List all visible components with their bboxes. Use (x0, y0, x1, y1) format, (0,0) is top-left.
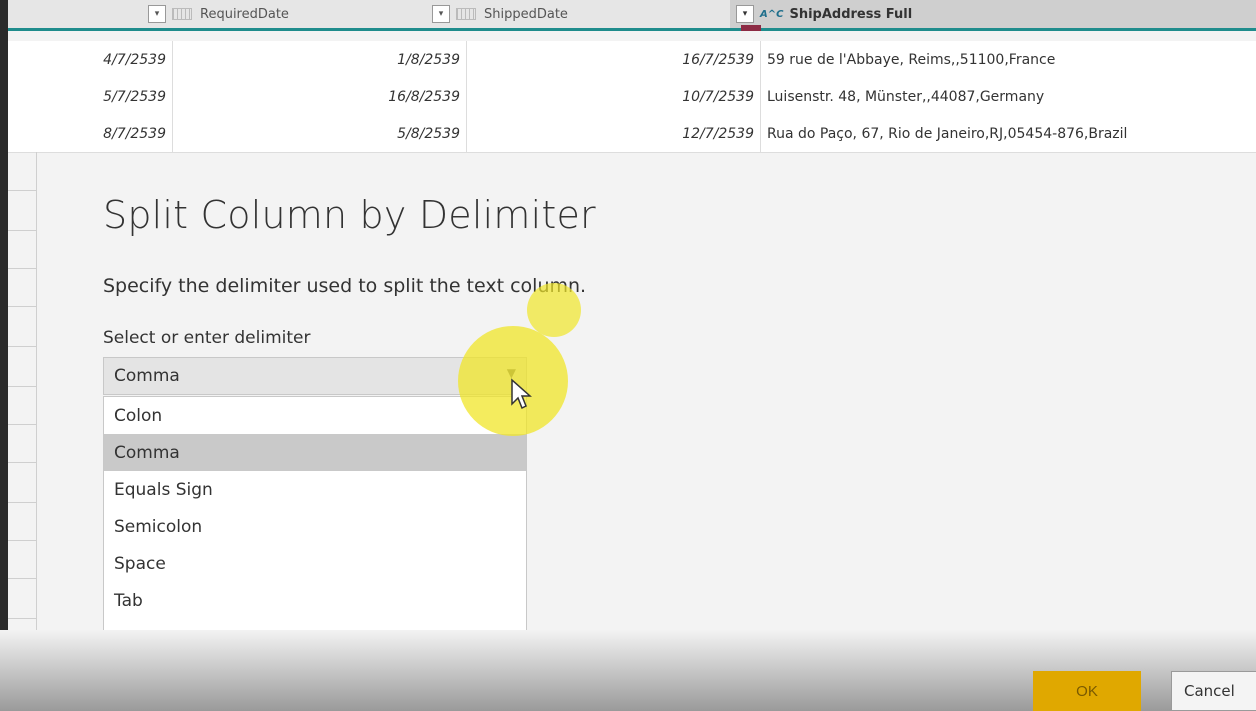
column-header-label: RequiredDate (200, 6, 289, 22)
cell-required-date[interactable]: 16/8/2539 (173, 78, 467, 115)
grid-line (8, 230, 36, 231)
dialog-title: Split Column by Delimiter (103, 193, 596, 237)
delimiter-dropdown-list: Colon Comma Equals Sign Semicolon Space … (103, 396, 527, 654)
column-header-label: ShipAddress Full (789, 6, 913, 22)
column-header-ship-address[interactable]: ▾ A^C ShipAddress Full (730, 0, 1256, 28)
column-header-shipped-date[interactable]: ▾ ShippedDate (432, 0, 568, 28)
left-edge-strip (0, 0, 8, 711)
column-header-label: ShippedDate (484, 6, 568, 22)
cancel-button[interactable]: Cancel (1171, 671, 1256, 711)
cell-shipped-date[interactable]: 12/7/2539 (467, 115, 761, 152)
table-row[interactable]: 5/7/2539 16/8/2539 10/7/2539 Luisenstr. … (8, 78, 1256, 116)
grid-line (8, 540, 36, 541)
grid-line (8, 578, 36, 579)
cell-order-date[interactable]: 5/7/2539 (8, 78, 173, 115)
table-row[interactable]: 4/7/2539 1/8/2539 16/7/2539 59 rue de l'… (8, 41, 1256, 79)
column-selection-marker (741, 25, 761, 31)
grid-line (8, 502, 36, 503)
cell-required-date[interactable]: 5/8/2539 (173, 115, 467, 152)
grid-line (8, 268, 36, 269)
grid-line (36, 152, 37, 711)
table-row[interactable]: 8/7/2539 5/8/2539 12/7/2539 Rua do Paço,… (8, 115, 1256, 153)
grid-line (8, 346, 36, 347)
mouse-pointer-icon (511, 378, 532, 410)
cell-shipped-date[interactable]: 16/7/2539 (467, 41, 761, 78)
cell-shipped-date[interactable]: 10/7/2539 (467, 78, 761, 115)
text-type-icon[interactable]: A^C (760, 9, 783, 20)
dialog-description: Specify the delimiter used to split the … (103, 275, 587, 297)
date-type-icon[interactable] (172, 8, 192, 20)
delimiter-option-tab[interactable]: Tab (104, 582, 526, 619)
delimiter-option-equals-sign[interactable]: Equals Sign (104, 471, 526, 508)
grid-line (8, 424, 36, 425)
cell-required-date[interactable]: 1/8/2539 (173, 41, 467, 78)
column-filter-icon[interactable]: ▾ (148, 5, 166, 23)
date-type-icon[interactable] (456, 8, 476, 20)
column-header-required-date[interactable]: ▾ RequiredDate (148, 0, 289, 28)
cursor-click-highlight (527, 283, 581, 337)
cell-ship-address[interactable]: 59 rue de l'Abbaye, Reims,,51100,France (761, 41, 1256, 78)
grid-header: ▾ RequiredDate ▾ ShippedDate ▾ A^C ShipA… (8, 0, 1256, 31)
grid-line (8, 462, 36, 463)
delimiter-label: Select or enter delimiter (103, 328, 311, 348)
cell-order-date[interactable]: 4/7/2539 (8, 41, 173, 78)
column-filter-icon[interactable]: ▾ (736, 5, 754, 23)
grid-line (8, 190, 36, 191)
column-filter-icon[interactable]: ▾ (432, 5, 450, 23)
delimiter-select-value: Comma (114, 366, 180, 386)
cell-ship-address[interactable]: Rua do Paço, 67, Rio de Janeiro,RJ,05454… (761, 115, 1256, 152)
delimiter-option-comma[interactable]: Comma (104, 434, 526, 471)
grid-line (8, 386, 36, 387)
grid-line (8, 306, 36, 307)
delimiter-option-semicolon[interactable]: Semicolon (104, 508, 526, 545)
cell-ship-address[interactable]: Luisenstr. 48, Münster,,44087,Germany (761, 78, 1256, 115)
grid-line (8, 618, 36, 619)
ok-button[interactable]: OK (1033, 671, 1141, 711)
delimiter-option-space[interactable]: Space (104, 545, 526, 582)
cell-order-date[interactable]: 8/7/2539 (8, 115, 173, 152)
